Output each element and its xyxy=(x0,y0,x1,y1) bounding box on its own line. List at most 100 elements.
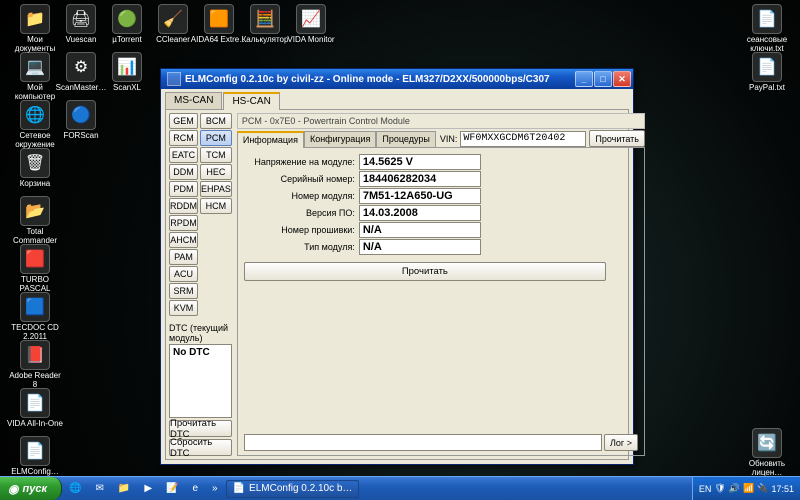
desktop-icon[interactable]: 📊 ScanXL xyxy=(98,52,156,93)
module-grid: GEMBCMRCMPCMEATCTCMDDMHECPDMEHPASRDDMHCM… xyxy=(169,113,232,316)
task-label: ELMConfig 0.2.10c b… xyxy=(249,483,352,494)
icon-glyph: 🟥 xyxy=(20,244,50,274)
info-row: Версия ПО: 14.03.2008 xyxy=(244,205,638,221)
task-elmconfig[interactable]: 📄 ELMConfig 0.2.10c b… xyxy=(226,480,360,498)
log-label-button[interactable]: Лог > xyxy=(604,434,638,451)
ql-ie-icon[interactable]: e xyxy=(186,480,204,498)
icon-glyph: 🗑 xyxy=(20,148,50,178)
bus-tab-row: MS-CAN HS-CAN xyxy=(161,89,633,109)
module-button-bcm[interactable]: BCM xyxy=(200,113,232,129)
icon-glyph: 🔵 xyxy=(66,100,96,130)
icon-glyph: 📕 xyxy=(20,340,50,370)
systray: EN 🛡 🔊 📶 🔌 17:51 xyxy=(692,477,800,500)
desktop-icon[interactable]: 📄 VIDA All-In-One xyxy=(6,388,64,429)
tray-volume-icon[interactable]: 🔊 xyxy=(729,483,740,494)
log-input[interactable] xyxy=(244,434,602,451)
desktop-icon[interactable]: 📂 Total Commander xyxy=(6,196,64,246)
reset-dtc-button[interactable]: Сбросить DTC xyxy=(169,439,232,456)
info-key: Тип модуля: xyxy=(244,242,359,252)
start-label: пуск xyxy=(22,483,47,495)
module-header: PCM - 0x7E0 - Powertrain Control Module xyxy=(237,113,645,129)
icon-label: ScanXL xyxy=(98,84,156,93)
module-button-pdm[interactable]: PDM xyxy=(169,181,198,197)
icon-label: VIDA Monitor xyxy=(282,36,340,45)
desktop-icon[interactable]: 📄 сеансовые ключи.txt xyxy=(738,4,796,54)
tray-network-icon[interactable]: 📶 xyxy=(743,483,754,494)
module-button-gem[interactable]: GEM xyxy=(169,113,198,129)
module-button-hec[interactable]: HEC xyxy=(200,164,232,180)
icon-glyph: 📄 xyxy=(752,52,782,82)
module-button-eatc[interactable]: EATC xyxy=(169,147,198,163)
module-button-hcm[interactable]: HCM xyxy=(200,198,232,214)
maximize-button[interactable]: □ xyxy=(594,71,612,87)
minimize-button[interactable]: _ xyxy=(575,71,593,87)
info-row: Номер прошивки: N/A xyxy=(244,222,638,238)
module-button-acu[interactable]: ACU xyxy=(169,266,198,282)
close-button[interactable]: ✕ xyxy=(613,71,631,87)
desktop-icon[interactable]: 🔄 Обновить лицен… xyxy=(738,428,796,478)
module-button-pcm[interactable]: PCM xyxy=(200,130,232,146)
module-button-rpdm[interactable]: RPDM xyxy=(169,215,198,231)
subtab-info[interactable]: Информация xyxy=(237,131,304,148)
module-button-ahcm[interactable]: AHCM xyxy=(169,232,198,248)
desktop-icon[interactable]: 📕 Adobe Reader 8 xyxy=(6,340,64,390)
info-value: 14.03.2008 xyxy=(359,205,481,221)
module-button-srm[interactable]: SRM xyxy=(169,283,198,299)
tab-mscan[interactable]: MS-CAN xyxy=(165,92,222,109)
icon-label: Корзина xyxy=(6,180,64,189)
ql-mail-icon[interactable]: ✉ xyxy=(89,480,109,498)
ql-note-icon[interactable]: 📝 xyxy=(160,480,184,498)
module-button-tcm[interactable]: TCM xyxy=(200,147,232,163)
module-button-ddm[interactable]: DDM xyxy=(169,164,198,180)
vin-label: VIN: xyxy=(440,134,458,144)
desktop-icon[interactable]: 🟥 TURBO PASCAL xyxy=(6,244,64,294)
info-key: Номер модуля: xyxy=(244,191,359,201)
module-button-rcm[interactable]: RCM xyxy=(169,130,198,146)
icon-glyph: 💻 xyxy=(20,52,50,82)
read-module-button[interactable]: Прочитать xyxy=(244,262,606,281)
desktop-icon[interactable]: 🔵 FORScan xyxy=(52,100,110,141)
icon-glyph: 📄 xyxy=(20,388,50,418)
desktop-icon[interactable]: 📈 VIDA Monitor xyxy=(282,4,340,45)
tab-hscan[interactable]: HS-CAN xyxy=(223,92,279,110)
info-row: Тип модуля: N/A xyxy=(244,239,638,255)
icon-glyph: 🌐 xyxy=(20,100,50,130)
subtab-proc[interactable]: Процедуры xyxy=(376,131,435,147)
desktop-icon[interactable]: 🟦 TECDOC CD 2.2011 xyxy=(6,292,64,342)
icon-glyph: 🟢 xyxy=(112,4,142,34)
module-button-pam[interactable]: PAM xyxy=(169,249,198,265)
ql-player-icon[interactable]: ▶ xyxy=(138,480,158,498)
desktop-icon[interactable]: 📄 PayPal.txt xyxy=(738,52,796,93)
start-button[interactable]: пуск xyxy=(0,477,62,500)
module-button-rddm[interactable]: RDDM xyxy=(169,198,198,214)
read-dtc-button[interactable]: Прочитать DTC xyxy=(169,420,232,437)
icon-glyph: 🟧 xyxy=(204,4,234,34)
titlebar[interactable]: ELMConfig 0.2.10c by civil-zz - Online m… xyxy=(161,69,633,89)
info-value: N/A xyxy=(359,239,481,255)
ql-folder-icon[interactable]: 📁 xyxy=(112,480,136,498)
info-value: 7M51-12A650-UG xyxy=(359,188,481,204)
icon-label: Total Commander xyxy=(6,228,64,246)
icon-label: сеансовые ключи.txt xyxy=(738,36,796,54)
lang-indicator[interactable]: EN xyxy=(699,484,712,494)
icon-glyph: 📂 xyxy=(20,196,50,226)
ql-browser-icon[interactable]: 🌐 xyxy=(63,480,87,498)
vin-input[interactable] xyxy=(460,131,586,147)
info-key: Номер прошивки: xyxy=(244,225,359,235)
subtab-config[interactable]: Конфигурация xyxy=(304,131,376,147)
vin-read-button[interactable]: Прочитать xyxy=(589,130,645,147)
desktop-icon[interactable]: 🗑 Корзина xyxy=(6,148,64,189)
tray-icon[interactable]: 🛡 xyxy=(714,483,725,494)
ql-arrow-icon[interactable]: » xyxy=(206,480,224,498)
icon-glyph: 📄 xyxy=(20,436,50,466)
icon-label: Adobe Reader 8 xyxy=(6,372,64,390)
module-button-kvm[interactable]: KVM xyxy=(169,300,198,316)
icon-label: FORScan xyxy=(52,132,110,141)
tray-clock[interactable]: 17:51 xyxy=(771,484,794,494)
tray-usb-icon[interactable]: 🔌 xyxy=(757,483,768,494)
dtc-list[interactable]: No DTC xyxy=(169,344,232,418)
desktop-icon[interactable]: 📄 ELMConfig… xyxy=(6,436,64,477)
info-row: Напряжение на модуле: 14.5625 V xyxy=(244,154,638,170)
info-key: Версия ПО: xyxy=(244,208,359,218)
module-button-ehpas[interactable]: EHPAS xyxy=(200,181,232,197)
